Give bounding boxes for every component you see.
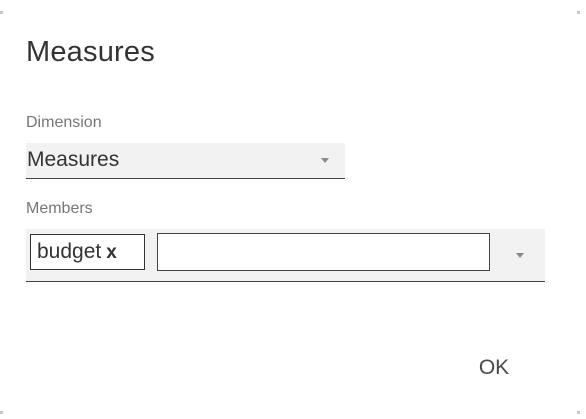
measures-dialog: Measures Dimension Measures Members budg… xyxy=(0,0,586,419)
chevron-down-icon xyxy=(321,158,329,163)
members-dropdown-toggle[interactable] xyxy=(500,233,540,273)
ok-button[interactable]: OK xyxy=(459,346,529,390)
chevron-down-icon xyxy=(516,253,524,258)
dimension-label: Dimension xyxy=(26,114,102,131)
corner-marker-top-right xyxy=(577,11,580,14)
corner-marker-bottom-right xyxy=(577,411,580,414)
members-multiselect: budget x xyxy=(26,229,545,282)
close-icon[interactable]: x xyxy=(106,243,117,262)
corner-marker-bottom-left xyxy=(0,411,3,414)
corner-marker-top-left xyxy=(0,11,3,14)
members-search-input[interactable] xyxy=(157,233,490,271)
dimension-select[interactable]: Measures xyxy=(26,143,345,179)
dimension-selected-value: Measures xyxy=(27,148,120,171)
member-token-label: budget xyxy=(37,240,102,263)
member-token-budget: budget x xyxy=(30,234,145,270)
dialog-title: Measures xyxy=(26,36,155,68)
members-label: Members xyxy=(26,200,93,217)
